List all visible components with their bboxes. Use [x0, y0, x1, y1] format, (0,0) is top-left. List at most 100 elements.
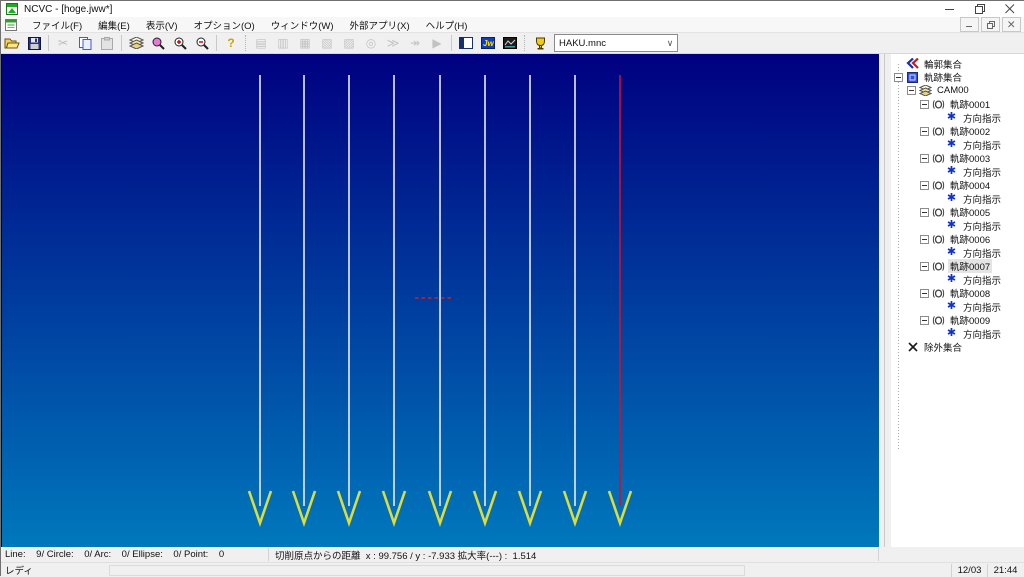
open-file-icon[interactable] — [2, 33, 23, 53]
tree-item[interactable]: 軌跡0004 — [891, 179, 1024, 192]
jw-editor-icon[interactable]: Jw — [478, 33, 499, 53]
tree-item[interactable]: ✱ 方向指示 — [891, 273, 1024, 287]
pan-hand-icon: ◎ — [365, 36, 377, 50]
tree-item[interactable]: 軌跡集合 — [891, 71, 1024, 85]
tree-item[interactable]: 輪郭集合 — [891, 57, 1024, 71]
tree-guide-line — [898, 64, 899, 451]
view-toggle-icon[interactable] — [456, 33, 477, 53]
tree-collapse-box[interactable] — [920, 99, 929, 109]
menu-item[interactable]: ウィンドウ(W) — [263, 17, 342, 33]
tree-item[interactable]: ✱ 方向指示 — [891, 165, 1024, 179]
save-file-icon[interactable] — [24, 33, 45, 53]
tree-item[interactable]: CAM00 — [891, 84, 1024, 98]
track-icon — [932, 261, 945, 272]
track-icon — [932, 126, 945, 137]
tree-item-label: 方向指示 — [963, 221, 1002, 233]
tree-item[interactable]: 軌跡0008 — [891, 287, 1024, 301]
nc-check-icon[interactable] — [530, 33, 551, 53]
tree-item[interactable]: 軌跡0001 — [891, 98, 1024, 111]
tree-item[interactable]: ✱ 方向指示 — [891, 192, 1024, 206]
toolbar-separator — [121, 35, 122, 51]
track-icon — [932, 315, 945, 326]
panel-splitter[interactable] — [879, 54, 891, 547]
tree-item[interactable]: ✱ 方向指示 — [891, 219, 1024, 233]
tree-item-label: 軌跡0002 — [950, 127, 991, 139]
svg-text:Jw: Jw — [483, 39, 494, 48]
chevron-down-icon: ∨ — [666, 37, 674, 48]
tree-collapse-box[interactable] — [920, 153, 929, 163]
zoom-select-icon[interactable] — [148, 33, 169, 53]
status-date: 12/03 — [951, 563, 987, 577]
gear-icon: ✱ — [946, 219, 957, 232]
status-bar-main: レディ 12/03 21:44 — [1, 562, 1024, 577]
sim-prev-block-icon: ▥ — [277, 36, 289, 50]
menu-item[interactable]: ヘルプ(H) — [418, 17, 476, 33]
tree-item-label: 除外集合 — [924, 343, 963, 355]
sim-next-block-icon: ▦ — [299, 36, 311, 50]
menu-item[interactable]: オプション(O) — [185, 17, 262, 33]
layers-icon[interactable] — [126, 33, 147, 53]
tree-item[interactable]: ✱ 方向指示 — [891, 246, 1024, 260]
tree-item[interactable]: ✱ 方向指示 — [891, 327, 1024, 341]
tree-item-label: 方向指示 — [963, 248, 1002, 260]
drawing-canvas[interactable] — [1, 54, 879, 547]
sim-skip-icon: ≫ — [386, 36, 400, 50]
tree-collapse-box[interactable] — [920, 234, 929, 244]
zoom-in-icon[interactable] — [170, 33, 191, 53]
trace-view-icon[interactable] — [500, 33, 521, 53]
sim-first-block-icon: ▤ — [255, 36, 267, 50]
tree-item[interactable]: ✱ 方向指示 — [891, 300, 1024, 314]
tree-collapse-box[interactable] — [894, 72, 903, 82]
trackset-icon — [906, 71, 919, 83]
tree-collapse-box[interactable] — [907, 86, 916, 96]
tree-item-label: 輪郭集合 — [924, 59, 963, 71]
minimize-button[interactable] — [935, 1, 965, 17]
toolbar-separator — [245, 35, 247, 51]
menu-item[interactable]: 外部アプリ(X) — [342, 17, 418, 33]
tree-collapse-box[interactable] — [920, 126, 929, 136]
tree-item-label: 軌跡集合 — [924, 73, 963, 85]
tree-item[interactable]: 除外集合 — [891, 341, 1024, 355]
restore-button[interactable] — [965, 1, 995, 17]
menu-item[interactable]: ファイル(F) — [24, 17, 90, 33]
tree-item[interactable]: ✱ 方向指示 — [891, 138, 1024, 152]
tree-item[interactable]: 軌跡0006 — [891, 233, 1024, 246]
tree-item-label: 方向指示 — [963, 329, 1002, 341]
gear-icon: ✱ — [946, 246, 957, 259]
tree-collapse-box[interactable] — [920, 207, 929, 217]
menu-bar: ファイル(F) 編集(E) 表示(V) オプション(O) ウィンドウ(W) 外部アプリ(X… — [1, 17, 1024, 33]
app-icon — [6, 3, 18, 15]
mdi-minimize-icon[interactable] — [960, 17, 979, 32]
menu-item[interactable]: 編集(E) — [90, 17, 138, 33]
help-icon[interactable]: ? — [221, 33, 242, 53]
tree-item-label: 方向指示 — [963, 275, 1002, 287]
tree-item[interactable]: 軌跡0003 — [891, 152, 1024, 165]
track-icon — [932, 153, 945, 164]
zoom-out-icon[interactable] — [192, 33, 213, 53]
paste-icon — [97, 33, 118, 53]
track-icon — [932, 207, 945, 218]
toolbar-separator — [48, 35, 49, 51]
tree-item-label: 方向指示 — [963, 140, 1002, 152]
nc-file-combo[interactable]: HAKU.mnc ∨ — [554, 34, 678, 52]
mdi-close-icon[interactable] — [1002, 17, 1021, 32]
mdi-restore-icon[interactable] — [981, 17, 1000, 32]
tree-collapse-box[interactable] — [920, 315, 929, 325]
toolbar-separator — [451, 35, 452, 51]
gear-icon: ✱ — [946, 138, 957, 151]
menu-item[interactable]: 表示(V) — [138, 17, 186, 33]
ready-message: レディ — [5, 566, 33, 577]
tree-item[interactable]: 軌跡0009 — [891, 314, 1024, 327]
tree-item-label: 軌跡0008 — [950, 289, 991, 301]
close-button[interactable] — [995, 1, 1024, 17]
tree-item[interactable]: ✱ 方向指示 — [891, 111, 1024, 125]
tree-item[interactable]: 軌跡0007 — [891, 259, 1024, 274]
contour-icon — [906, 58, 919, 70]
tree-item[interactable]: 軌跡0002 — [891, 125, 1024, 139]
track-icon — [932, 288, 945, 299]
tree-collapse-box[interactable] — [920, 288, 929, 298]
tree-collapse-box[interactable] — [920, 261, 929, 271]
tree-item[interactable]: 軌跡0005 — [891, 206, 1024, 219]
tree-collapse-box[interactable] — [920, 180, 929, 190]
copy-icon[interactable] — [75, 33, 96, 53]
